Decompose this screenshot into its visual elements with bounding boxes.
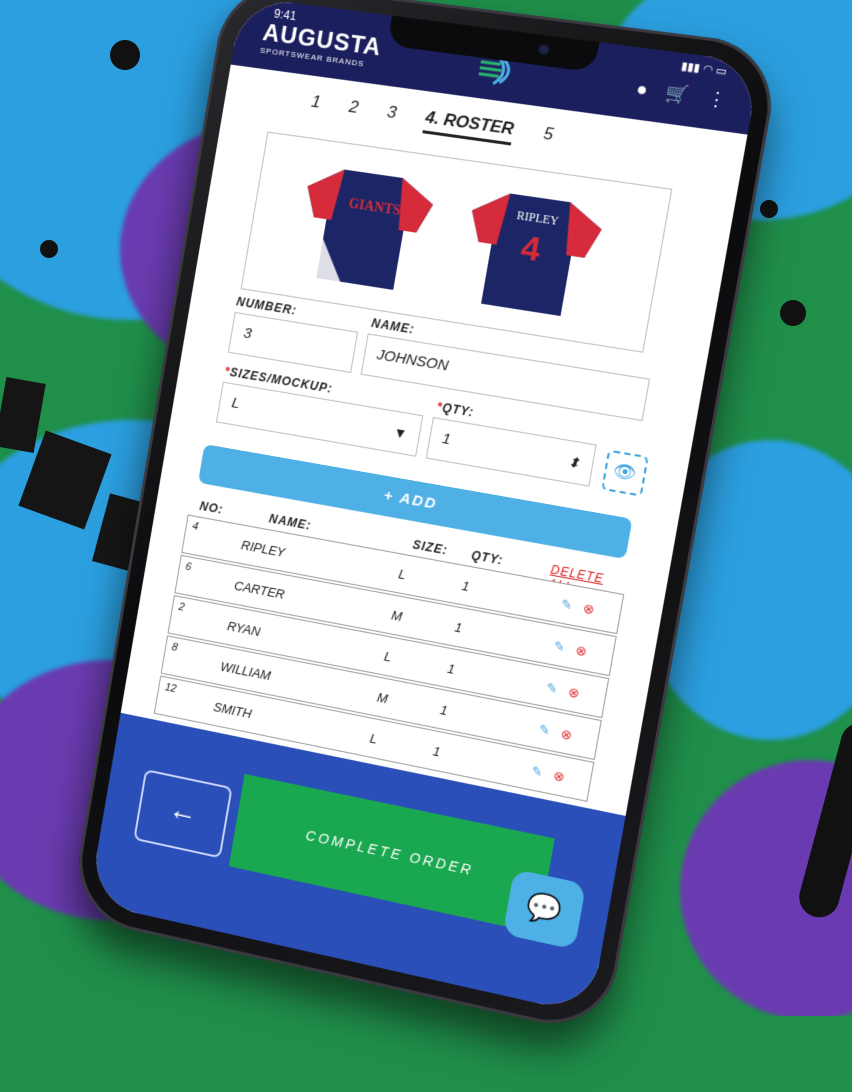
mockup-preview-eye-icon[interactable]: 👁 (601, 449, 649, 497)
delete-icon[interactable]: ⊗ (552, 768, 566, 786)
qty-stepper-value: 1 (440, 430, 452, 449)
qty-label-text: QTY: (441, 400, 476, 420)
cart-icon[interactable]: 🛒 (664, 82, 691, 106)
more-icon[interactable]: ⋮ (705, 88, 728, 112)
col-size: SIZE: (411, 537, 449, 558)
edit-icon[interactable]: ✎ (560, 596, 574, 614)
edit-icon[interactable]: ✎ (545, 680, 559, 698)
row-name: SMITH (212, 699, 253, 722)
delete-icon[interactable]: ⊗ (582, 600, 596, 618)
row-size: M (375, 689, 389, 707)
row-size: L (383, 648, 393, 665)
row-no: 8 (170, 641, 179, 654)
col-no: NO: (198, 499, 225, 517)
row-name: RIPLEY (240, 537, 287, 560)
status-icons: ▮▮▮ ◠ ▭ (680, 60, 728, 79)
row-qty: 1 (460, 578, 471, 595)
edit-icon[interactable]: ✎ (530, 763, 544, 781)
step-1[interactable]: 1 (309, 92, 322, 119)
delete-icon[interactable]: ⊗ (567, 684, 581, 702)
name-label: NAME: (370, 316, 416, 337)
row-size: L (397, 566, 407, 583)
front-camera (537, 43, 550, 56)
edit-icon[interactable]: ✎ (538, 722, 552, 740)
row-size: L (368, 730, 379, 747)
row-no: 2 (177, 601, 186, 614)
row-qty: 1 (446, 660, 456, 677)
header-actions: ● 🛒 ⋮ (635, 78, 728, 111)
qty-label: *QTY: (435, 399, 476, 420)
row-name: RYAN (226, 618, 262, 640)
step-3[interactable]: 3 (384, 102, 398, 129)
step-2[interactable]: 2 (346, 97, 360, 124)
step-4-roster[interactable]: 4. ROSTER (422, 107, 516, 146)
row-name: CARTER (233, 577, 286, 602)
row-name: WILLIAM (219, 658, 273, 684)
delete-icon[interactable]: ⊗ (574, 642, 589, 660)
back-button[interactable]: ← (133, 769, 233, 859)
row-no: 6 (184, 560, 193, 574)
edit-icon[interactable]: ✎ (552, 638, 566, 656)
step-5[interactable]: 5 (541, 124, 555, 151)
col-qty: QTY: (470, 548, 505, 568)
row-qty: 1 (431, 743, 442, 760)
row-size: M (390, 607, 404, 625)
number-input[interactable]: 3 (227, 311, 359, 374)
qty-stepper[interactable]: 1 ⬍ (425, 417, 597, 487)
row-qty: 1 (439, 702, 449, 719)
row-qty: 1 (453, 619, 464, 636)
stepper-arrows-icon: ⬍ (566, 453, 582, 472)
user-icon[interactable]: ● (635, 78, 650, 101)
jersey-preview: GIANTS RIPLEY 4 (240, 131, 673, 353)
phone-frame: 9:41 AUGUSTA SPORTSWEAR BRANDS ▮▮▮ ◠ ▭ ●… (69, 0, 783, 1037)
row-no: 12 (164, 681, 178, 696)
row-no: 4 (191, 520, 200, 534)
jersey-back-image: RIPLEY 4 (456, 188, 606, 320)
dropdown-arrow-icon: ▼ (392, 423, 409, 442)
delete-icon[interactable]: ⊗ (560, 726, 574, 744)
complete-order-button[interactable]: COMPLETE ORDER (228, 773, 555, 934)
app-screen: 9:41 AUGUSTA SPORTSWEAR BRANDS ▮▮▮ ◠ ▭ ●… (88, 0, 761, 1015)
chat-icon[interactable]: 💬 (502, 868, 587, 950)
size-select-value: L (230, 394, 242, 413)
jersey-front-image: GIANTS (292, 164, 437, 294)
